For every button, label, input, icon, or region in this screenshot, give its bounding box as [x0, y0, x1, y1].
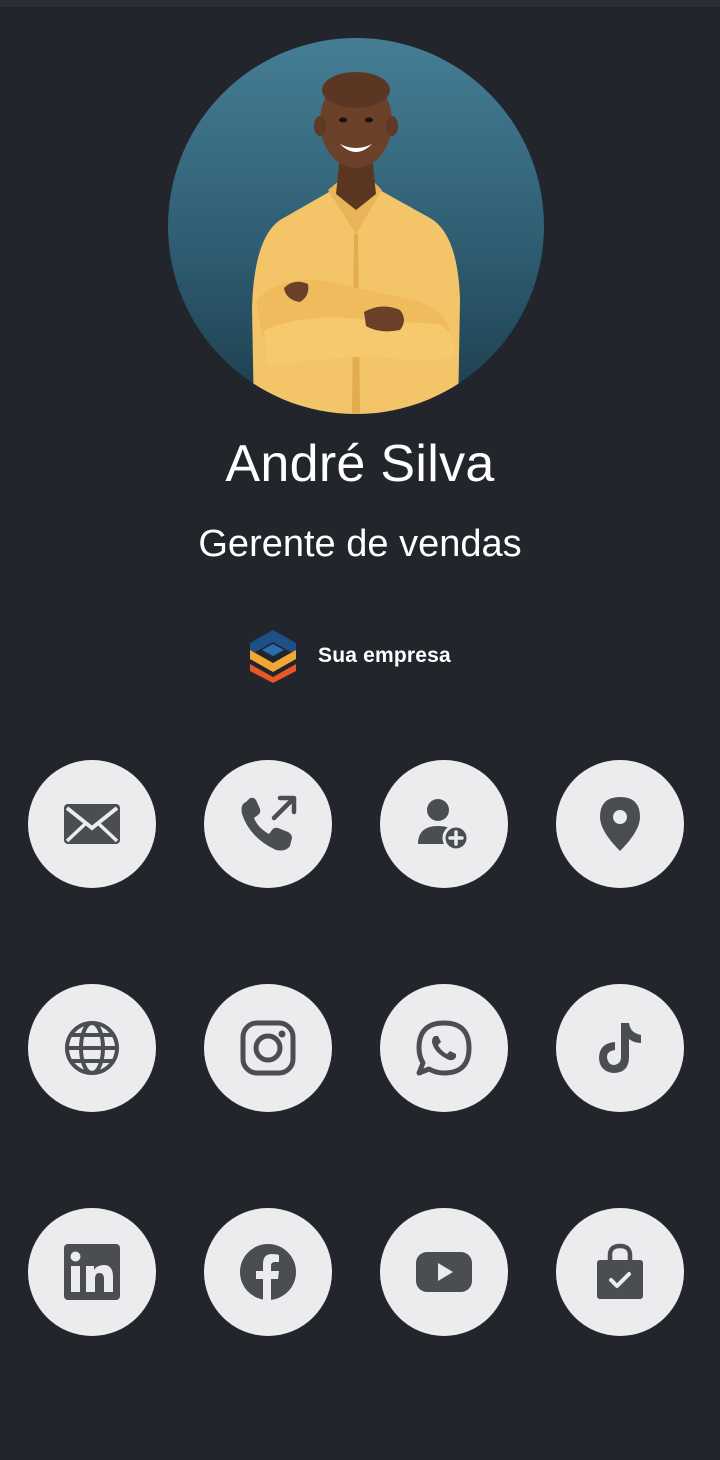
phone-button[interactable]	[204, 760, 332, 888]
map-pin-icon	[600, 797, 640, 851]
company-logo-icon	[250, 630, 296, 683]
profile-name: André Silva	[225, 435, 495, 493]
location-button[interactable]	[556, 760, 684, 888]
envelope-icon	[64, 804, 120, 844]
youtube-icon	[416, 1252, 472, 1292]
facebook-icon	[240, 1244, 296, 1300]
user-plus-icon	[418, 799, 470, 852]
linkedin-button[interactable]	[28, 1208, 156, 1336]
company-name: Sua empresa	[318, 644, 451, 667]
linkedin-icon	[64, 1244, 120, 1300]
website-button[interactable]	[28, 984, 156, 1112]
facebook-button[interactable]	[204, 1208, 332, 1336]
email-button[interactable]	[28, 760, 156, 888]
add-contact-button[interactable]	[380, 760, 508, 888]
instagram-button[interactable]	[204, 984, 332, 1112]
company-brand: Sua empresa	[248, 628, 451, 684]
youtube-button[interactable]	[380, 1208, 508, 1336]
phone-outgoing-icon	[241, 795, 297, 851]
profile-photo	[168, 38, 544, 414]
whatsapp-icon	[416, 1020, 472, 1076]
tiktok-button[interactable]	[556, 984, 684, 1112]
whatsapp-button[interactable]	[380, 984, 508, 1112]
top-bar	[0, 0, 720, 7]
shopping-bag-icon	[597, 1243, 643, 1299]
profile-role: Gerente de vendas	[198, 523, 522, 565]
tiktok-icon	[599, 1023, 641, 1073]
shop-button[interactable]	[556, 1208, 684, 1336]
globe-icon	[65, 1021, 119, 1075]
instagram-icon	[240, 1020, 296, 1076]
